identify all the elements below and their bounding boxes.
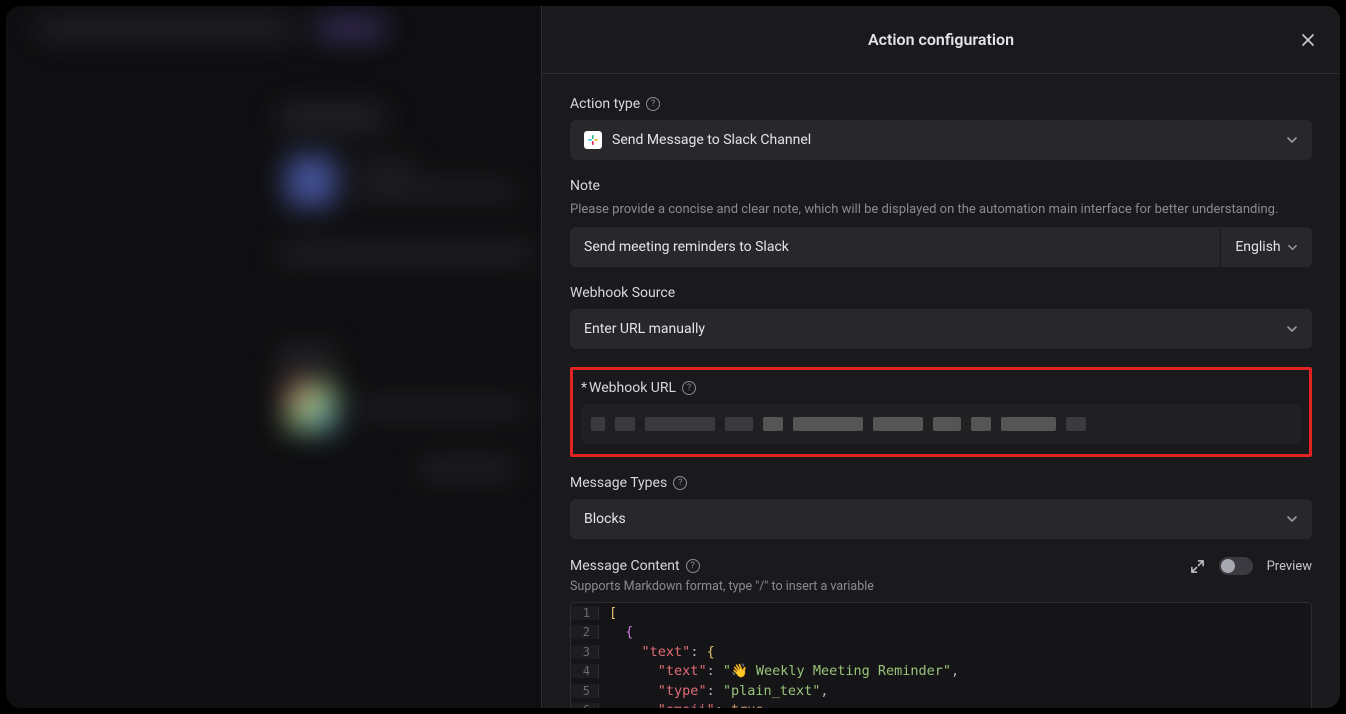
code-editor[interactable]: 1 [ 2 { 3 "text": { 4 "text": "👋 Weekly … <box>570 602 1312 708</box>
note-input[interactable]: Send meeting reminders to Slack <box>570 227 1220 267</box>
language-value: English <box>1235 239 1280 255</box>
help-icon[interactable]: ? <box>646 97 660 111</box>
note-description: Please provide a concise and clear note,… <box>570 202 1312 217</box>
line-number: 2 <box>571 625 599 639</box>
webhook-url-highlight: *Webhook URL ? <box>570 367 1312 457</box>
message-types-label-text: Message Types <box>570 475 667 491</box>
webhook-url-input[interactable] <box>581 404 1301 444</box>
expand-button[interactable] <box>1190 559 1205 574</box>
action-type-select[interactable]: Send Message to Slack Channel <box>570 120 1312 160</box>
redacted-chunk <box>1066 417 1086 431</box>
action-type-label: Action type ? <box>570 96 1312 112</box>
note-label-text: Note <box>570 178 600 194</box>
webhook-source-value: Enter URL manually <box>584 321 705 337</box>
redacted-chunk <box>1001 417 1056 431</box>
code-line-5: "type": "plain_text", <box>599 683 829 699</box>
message-content-label: Message Content ? <box>570 558 700 574</box>
action-type-value: Send Message to Slack Channel <box>612 132 811 148</box>
chevron-down-icon <box>1286 134 1298 146</box>
redacted-chunk <box>933 417 961 431</box>
chevron-down-icon <box>1286 513 1298 525</box>
panel-body: Action type ? Send Message to Slack Chan… <box>542 74 1340 708</box>
action-config-panel: Action configuration Action type ? Send … <box>541 6 1340 708</box>
note-label: Note <box>570 178 1312 194</box>
help-icon[interactable]: ? <box>682 381 696 395</box>
redacted-chunk <box>763 417 783 431</box>
code-line-2: { <box>599 624 633 640</box>
preview-toggle[interactable] <box>1219 557 1253 575</box>
message-types-value: Blocks <box>584 511 626 527</box>
code-line-1: [ <box>599 605 617 621</box>
message-types-label: Message Types ? <box>570 475 1312 491</box>
note-value: Send meeting reminders to Slack <box>584 239 789 255</box>
panel-title: Action configuration <box>868 30 1014 49</box>
redacted-chunk <box>725 417 753 431</box>
redacted-chunk <box>591 417 605 431</box>
code-line-3: "text": { <box>599 644 715 660</box>
webhook-source-select[interactable]: Enter URL manually <box>570 309 1312 349</box>
message-content-label-text: Message Content <box>570 558 680 574</box>
redacted-chunk <box>645 417 715 431</box>
redacted-chunk <box>793 417 863 431</box>
line-number: 4 <box>571 664 599 678</box>
webhook-source-label-text: Webhook Source <box>570 285 675 301</box>
webhook-url-label: *Webhook URL ? <box>581 380 1301 396</box>
help-icon[interactable]: ? <box>673 476 687 490</box>
redacted-chunk <box>873 417 923 431</box>
redacted-chunk <box>615 417 635 431</box>
line-number: 5 <box>571 684 599 698</box>
help-icon[interactable]: ? <box>686 559 700 573</box>
message-content-support-text: Supports Markdown format, type "/" to in… <box>570 579 1312 594</box>
message-types-select[interactable]: Blocks <box>570 499 1312 539</box>
preview-label: Preview <box>1267 559 1312 574</box>
action-type-label-text: Action type <box>570 96 640 112</box>
close-button[interactable] <box>1296 28 1320 52</box>
line-number: 1 <box>571 606 599 620</box>
slack-icon <box>584 131 602 149</box>
redacted-chunk <box>971 417 991 431</box>
chevron-down-icon <box>1287 242 1298 253</box>
close-icon <box>1300 32 1316 48</box>
webhook-source-label: Webhook Source <box>570 285 1312 301</box>
language-select[interactable]: English <box>1220 227 1312 267</box>
code-line-6: "emoji": true <box>599 702 763 708</box>
code-line-4: "text": "👋 Weekly Meeting Reminder", <box>599 663 959 679</box>
line-number: 6 <box>571 703 599 708</box>
chevron-down-icon <box>1286 323 1298 335</box>
line-number: 3 <box>571 645 599 659</box>
webhook-url-label-text: *Webhook URL <box>581 380 676 396</box>
panel-header: Action configuration <box>542 6 1340 74</box>
